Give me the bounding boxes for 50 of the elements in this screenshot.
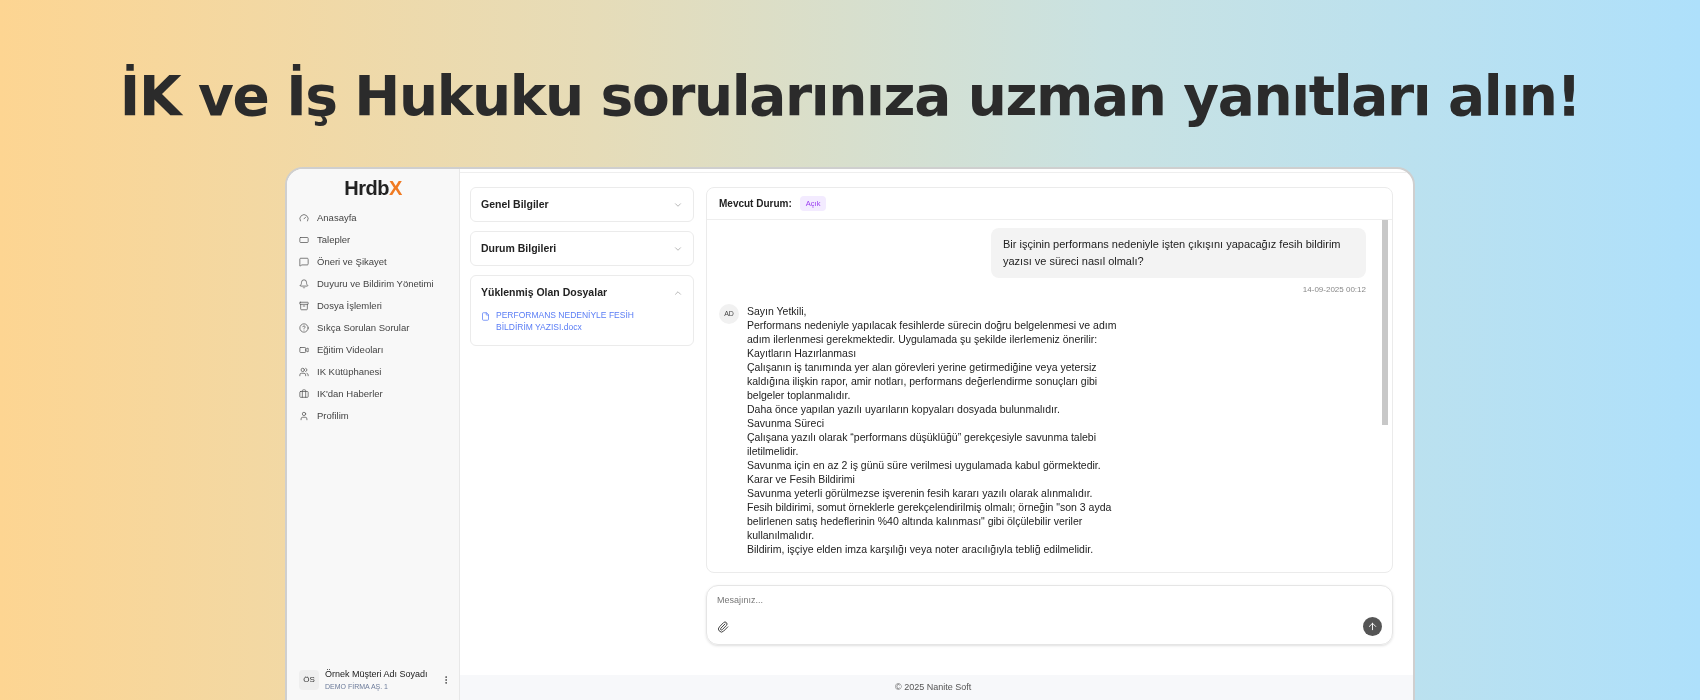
sidebar-item[interactable]: Dosya İşlemleri <box>299 295 459 317</box>
arrow-up-icon <box>1367 621 1378 632</box>
answer-text: Karar ve Fesih Bildirimi <box>747 472 856 486</box>
bell-icon <box>299 279 309 289</box>
panel-header[interactable]: Genel Bilgiler <box>481 188 683 221</box>
status-label: Mevcut Durum: <box>719 197 792 211</box>
video-icon <box>299 345 309 355</box>
file-icon <box>481 312 490 321</box>
answer-text: Savunma yeterli görülmezse işverenin fesih kararı yazılı olarak alınmalıdır. <box>747 486 1094 500</box>
file-link[interactable]: PERFORMANS NEDENİYLE FESİH BİLDİRİM YAZISI.docx <box>481 309 683 345</box>
message-icon <box>299 257 309 267</box>
user-name: Örnek Müşteri Adı Soyadı <box>325 668 428 681</box>
archive-icon <box>299 301 309 311</box>
answer-text: Fesih bildirimi, somut örneklerle gerekçelendirilmiş olmalı; örneğin "son 3 ayda belirlenen satış hedeflerinin %40 altında kalınması" gibi ölçülebilir veriler kullanılmalıdır. <box>747 500 1113 542</box>
sidebar-item[interactable]: IK'dan Haberler <box>299 383 459 405</box>
footer-text: © 2025 Nanite Soft <box>895 680 972 694</box>
answer-text: Savunma Süreci <box>747 416 826 430</box>
user-avatar: ÖS <box>299 670 319 690</box>
sidebar-item[interactable]: Öneri ve Şikayet <box>299 251 459 273</box>
gauge-icon <box>299 213 309 223</box>
sidebar-item[interactable]: Profilim <box>299 405 459 427</box>
sidebar-item[interactable]: Eğitim Videoları <box>299 339 459 361</box>
logo: HrdbX <box>344 176 402 201</box>
answer-text: Sayın Yetkili, <box>747 304 808 318</box>
message-input[interactable]: Mesajınız... <box>706 585 1393 645</box>
answer-text: Performans nedeniyle yapılacak fesihlerde sürecin doğru belgelenmesi ve adım adım ilerlenmesi gerekmektedir. Uygulamada şu şekilde ilerlemeniz önerilir: <box>747 318 1118 346</box>
answer-text: Savunma için en az 2 iş günü süre verilmesi uygulamada kabul görmektedir. <box>747 458 1102 472</box>
users-icon <box>299 367 309 377</box>
answer-text: Çalışanın iş tanımında yer alan görevleri yerine getirmediğine veya yetersiz kaldığına ilişkin rapor, amir notları, performans değerlendirme sonuçları gibi belgeler toplanmalıdır. <box>747 360 1099 402</box>
panel-header[interactable]: Durum Bilgileri <box>481 232 683 265</box>
answer-text: Daha önce yapılan yazılı uyarıların kopyaları dosyada bulunmalıdır. <box>747 402 1061 416</box>
message-field[interactable]: Mesajınız... <box>717 594 1382 608</box>
send-button[interactable] <box>1363 617 1382 636</box>
question-bubble: Bir işçinin performans nedeniyle işten çıkışını yapacağız fesih bildirim yazısı ve süreci nasıl olmalı? <box>991 228 1366 278</box>
help-icon <box>299 323 309 333</box>
answer-text: Çalışana yazılı olarak “performans düşüklüğü” gerekçesiyle savunma talebi iletilmelidir. <box>747 430 1097 458</box>
panel-header[interactable]: Yüklenmiş Olan Dosyalar <box>481 276 683 309</box>
sidebar-item[interactable]: Talepler <box>299 229 459 251</box>
message-time: 14-09-2025 00:12 <box>1302 284 1366 296</box>
sidebar-item[interactable]: IK Kütüphanesi <box>299 361 459 383</box>
sidebar-item[interactable]: Sıkça Sorulan Sorular <box>299 317 459 339</box>
answer-text: Bildirim, işçiye elden imza karşılığı veya noter aracılığıyla tebliğ edilmelidir. <box>747 542 1095 556</box>
user-icon <box>299 411 309 421</box>
briefcase-icon <box>299 389 309 399</box>
paperclip-icon[interactable] <box>717 620 729 633</box>
sidebar-item[interactable]: Duyuru ve Bildirim Yönetimi <box>299 273 459 295</box>
scrollbar[interactable] <box>1382 220 1388 425</box>
sidebar-item[interactable]: Anasayfa <box>299 207 459 229</box>
answer-text: Kayıtların Hazırlanması <box>747 346 858 360</box>
rectangle-icon <box>299 235 309 245</box>
